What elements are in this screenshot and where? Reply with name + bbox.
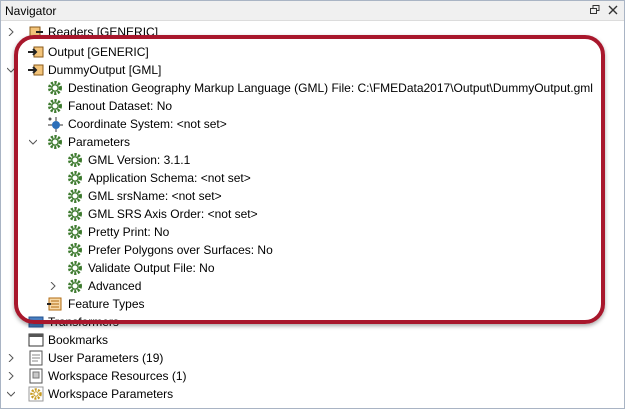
tree-label: Workspace Resources (1) — [48, 369, 187, 383]
tree-item-workspace-parameters[interactable]: Workspace Parameters — [1, 385, 611, 403]
tree-item-output[interactable]: Output [GENERIC] — [1, 43, 611, 61]
tree-label: DummyOutput [GML] — [48, 63, 162, 77]
resources-icon — [28, 368, 44, 384]
feature-types-icon — [47, 296, 63, 312]
chevron-down-icon[interactable] — [5, 61, 17, 79]
tree-label: Parameters — [68, 135, 131, 149]
tree-label: GML Version: 3.1.1 — [88, 153, 191, 167]
tree-label: Workspace Parameters — [48, 387, 174, 401]
chevron-right-icon[interactable] — [5, 23, 17, 41]
gear-icon — [67, 260, 83, 276]
gear-icon — [67, 224, 83, 240]
chevron-down-icon[interactable] — [27, 133, 39, 151]
navigator-panel: Navigator Readers [GENERIC] Output [GENE… — [0, 0, 625, 409]
tree-label: Pretty Print: No — [88, 225, 170, 239]
tree-label: Feature Types — [68, 297, 145, 311]
panel-title: Navigator — [5, 4, 57, 18]
tree-label: Coordinate System: <not set> — [68, 117, 227, 131]
tree-item-param[interactable]: Validate Output File: No — [1, 259, 611, 277]
chevron-down-icon[interactable] — [5, 385, 17, 403]
coordinate-system-icon — [47, 116, 63, 132]
tree-item-param[interactable]: Prefer Polygons over Surfaces: No — [1, 241, 611, 259]
tree-label: Bookmarks — [48, 333, 109, 347]
gear-icon — [67, 170, 83, 186]
tree-item-dummy-output[interactable]: DummyOutput [GML] — [1, 61, 611, 79]
tree-label: Destination Geography Markup Language (G… — [68, 81, 593, 95]
tree-label: Advanced — [88, 279, 142, 293]
bookmark-icon — [28, 332, 44, 348]
tree-item-bookmarks[interactable]: Bookmarks — [1, 331, 611, 349]
gear-icon — [67, 278, 83, 294]
gear-icon — [47, 80, 63, 96]
navigator-titlebar: Navigator — [1, 1, 624, 21]
close-icon[interactable] — [606, 2, 620, 18]
tree-item-param[interactable]: GML Version: 3.1.1 — [1, 151, 611, 169]
tree-item-readers[interactable]: Readers [GENERIC] — [1, 23, 611, 41]
tree-label: Prefer Polygons over Surfaces: No — [88, 243, 273, 257]
gear-icon — [67, 242, 83, 258]
tree-label: Application Schema: <not set> — [88, 171, 251, 185]
tree-item-param[interactable]: GML SRS Axis Order: <not set> — [1, 205, 611, 223]
tree-item-coordinate-system[interactable]: Coordinate System: <not set> — [1, 115, 611, 133]
tree-item-transformers[interactable]: Transformers — [1, 313, 611, 331]
tree-item-param[interactable]: Pretty Print: No — [1, 223, 611, 241]
writer-icon — [28, 62, 44, 78]
gear-icon — [47, 98, 63, 114]
gear-icon — [67, 152, 83, 168]
reader-icon — [28, 24, 44, 40]
tree-label: Fanout Dataset: No — [68, 99, 173, 113]
writer-icon — [28, 44, 44, 60]
tree-label: User Parameters (19) — [48, 351, 164, 365]
tree-label: Output [GENERIC] — [48, 45, 149, 59]
workspace-parameters-icon — [28, 386, 44, 402]
float-icon[interactable] — [588, 2, 602, 18]
tree-item-parameters[interactable]: Parameters — [1, 133, 611, 151]
navigator-tree: Readers [GENERIC] Output [GENERIC] Dummy… — [1, 21, 624, 408]
chevron-right-icon[interactable] — [5, 349, 17, 367]
tree-label: Transformers — [48, 315, 119, 329]
chevron-right-icon[interactable] — [5, 367, 17, 385]
tree-item-user-parameters[interactable]: User Parameters (19) — [1, 349, 611, 367]
transformer-icon — [28, 314, 44, 330]
gear-icon — [47, 134, 63, 150]
tree-item-workspace-resources[interactable]: Workspace Resources (1) — [1, 367, 611, 385]
tree-label: GML srsName: <not set> — [88, 189, 222, 203]
tree-item-feature-types[interactable]: Feature Types — [1, 295, 611, 313]
tree-item-advanced[interactable]: Advanced — [1, 277, 611, 295]
tree-label: Validate Output File: No — [88, 261, 215, 275]
tree-item-destination-file[interactable]: Destination Geography Markup Language (G… — [1, 79, 611, 97]
chevron-right-icon[interactable] — [47, 277, 59, 295]
tree-item-param[interactable]: GML srsName: <not set> — [1, 187, 611, 205]
gear-icon — [67, 206, 83, 222]
tree-item-param[interactable]: Application Schema: <not set> — [1, 169, 611, 187]
tree-label: Readers [GENERIC] — [48, 25, 159, 39]
tree-label: GML SRS Axis Order: <not set> — [88, 207, 258, 221]
tree-item-fanout[interactable]: Fanout Dataset: No — [1, 97, 611, 115]
user-parameters-icon — [28, 350, 44, 366]
gear-icon — [67, 188, 83, 204]
